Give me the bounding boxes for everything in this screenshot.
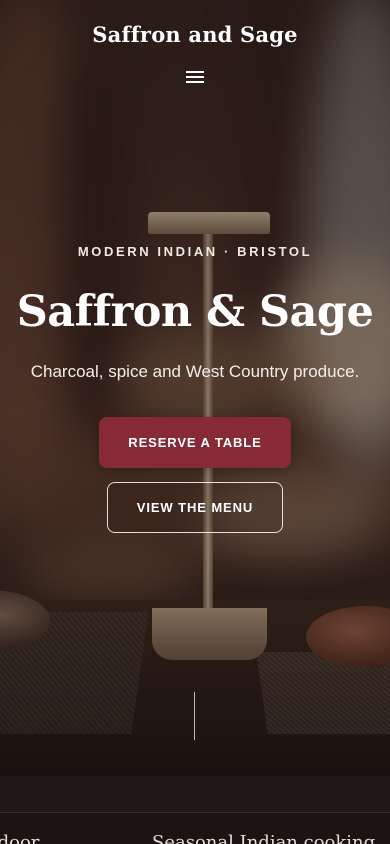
hero-eyebrow: MODERN INDIAN · BRISTOL xyxy=(77,244,313,259)
site-header: Saffron and Sage xyxy=(0,0,390,100)
hamburger-menu-icon[interactable] xyxy=(184,68,206,86)
view-menu-button[interactable]: VIEW THE MENU xyxy=(107,482,283,533)
section-band xyxy=(0,776,390,812)
scroll-indicator xyxy=(194,692,195,740)
highlight-item: ndoor xyxy=(0,832,40,844)
hero-background-image xyxy=(0,0,390,776)
hero-title: Saffron & Sage xyxy=(16,287,374,337)
highlights-strip: ndoor Seasonal Indian cooking xyxy=(0,813,390,844)
site-title[interactable]: Saffron and Sage xyxy=(0,22,390,47)
hero-subtitle: Charcoal, spice and West Country produce… xyxy=(30,362,360,381)
reserve-table-button[interactable]: RESERVE A TABLE xyxy=(99,417,291,468)
highlight-item: Seasonal Indian cooking xyxy=(152,832,376,844)
